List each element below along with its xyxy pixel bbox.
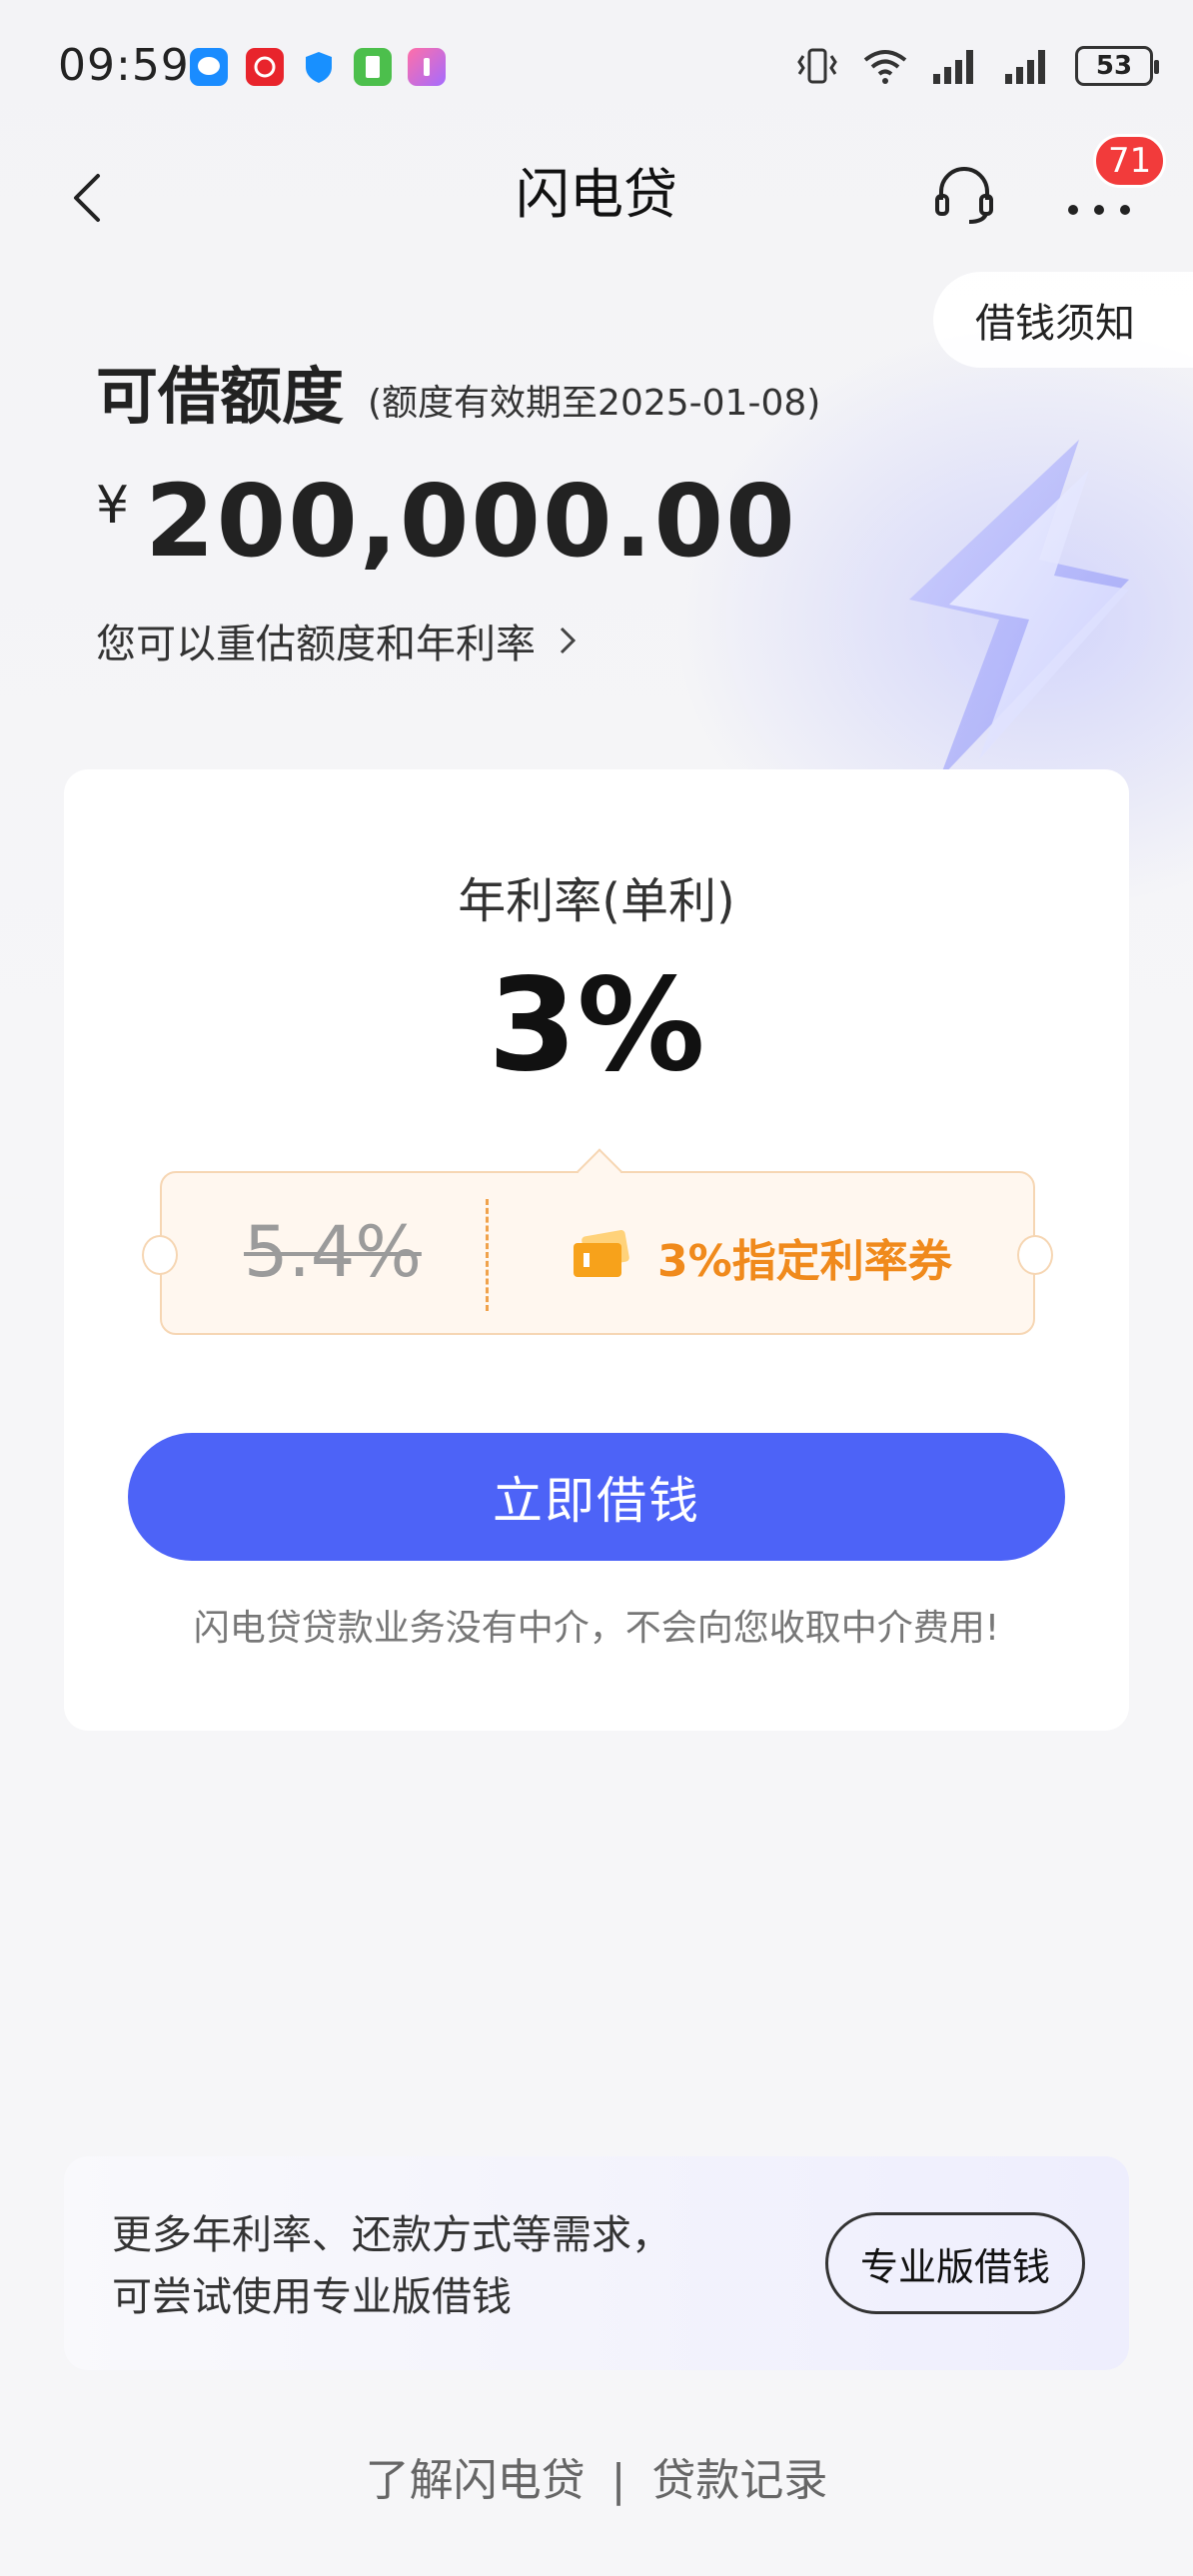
signal-icon-2 [1005,50,1045,84]
battery-icon: 53 [1075,46,1159,86]
signal-icon [933,50,973,84]
app-red-icon [246,48,284,86]
messages-icon [190,48,228,86]
promo-line-2: 可尝试使用专业版借钱 [112,2274,512,2320]
status-time: 09:59 [58,40,190,91]
rate-value: 3% [488,951,705,1100]
headset-icon[interactable] [929,160,999,230]
footer-links: 了解闪电贷 | 贷款记录 [0,2444,1193,2508]
lightning-bolt-icon [909,440,1129,779]
promo-text: 更多年利率、还款方式等需求， 可尝试使用专业版借钱 [112,2204,671,2328]
coupon-pointer [577,1148,622,1194]
pro-version-button[interactable]: 专业版借钱 [825,2212,1085,2314]
borrow-notice-tab[interactable]: 借钱须知 [933,272,1193,368]
coupon-divider [486,1199,489,1311]
notification-badge: 71 [1093,134,1167,188]
sim-app-icon [354,48,392,86]
pro-version-promo: 更多年利率、还款方式等需求， 可尝试使用专业版借钱 专业版借钱 [64,2156,1129,2370]
shield-app-icon [300,48,338,86]
ticket-icon [574,1230,629,1277]
credit-expiry: (额度有效期至2025-01-08) [368,383,821,424]
reassess-label: 您可以重估额度和年利率 [96,622,536,667]
loan-records-link[interactable]: 贷款记录 [651,2455,827,2506]
chevron-right-icon [560,627,577,654]
credit-amount-row: ¥ 200,000.00 [96,462,797,582]
footer-separator: | [610,2455,626,2506]
rate-card: 年利率(单利) 3% 5.4% 3%指定利率券 立即借钱 闪电贷贷款业务没有中介… [64,769,1129,1731]
original-rate: 5.4% [244,1211,422,1293]
status-indicators: 53 [795,44,1159,88]
promo-line-1: 更多年利率、还款方式等需求， [112,2212,671,2258]
rate-coupon[interactable]: 5.4% 3%指定利率券 [142,1148,1053,1335]
borrow-now-button[interactable]: 立即借钱 [128,1433,1065,1561]
wifi-icon [863,50,907,84]
battery-level: 53 [1095,51,1133,81]
nav-bar: 闪电贷 [0,140,1193,260]
coupon-label: 3%指定利率券 [657,1236,952,1287]
currency-symbol: ¥ [96,476,130,536]
about-link[interactable]: 了解闪电贷 [366,2455,586,2506]
credit-label: 可借额度 [96,360,345,433]
no-intermediary-disclaimer: 闪电贷贷款业务没有中介，不会向您收取中介费用! [193,1608,1000,1649]
vibrate-icon [797,48,837,84]
page-title: 闪电贷 [516,163,677,226]
app-gradient-icon [408,48,446,86]
coupon-notch-left [142,1235,178,1275]
coupon-notch-right [1017,1235,1053,1275]
status-bar: 09:59 53 [0,0,1193,140]
credit-amount: 200,000.00 [145,463,797,580]
rate-label: 年利率(单利) [458,873,735,929]
reassess-link[interactable]: 您可以重估额度和年利率 [96,612,580,669]
